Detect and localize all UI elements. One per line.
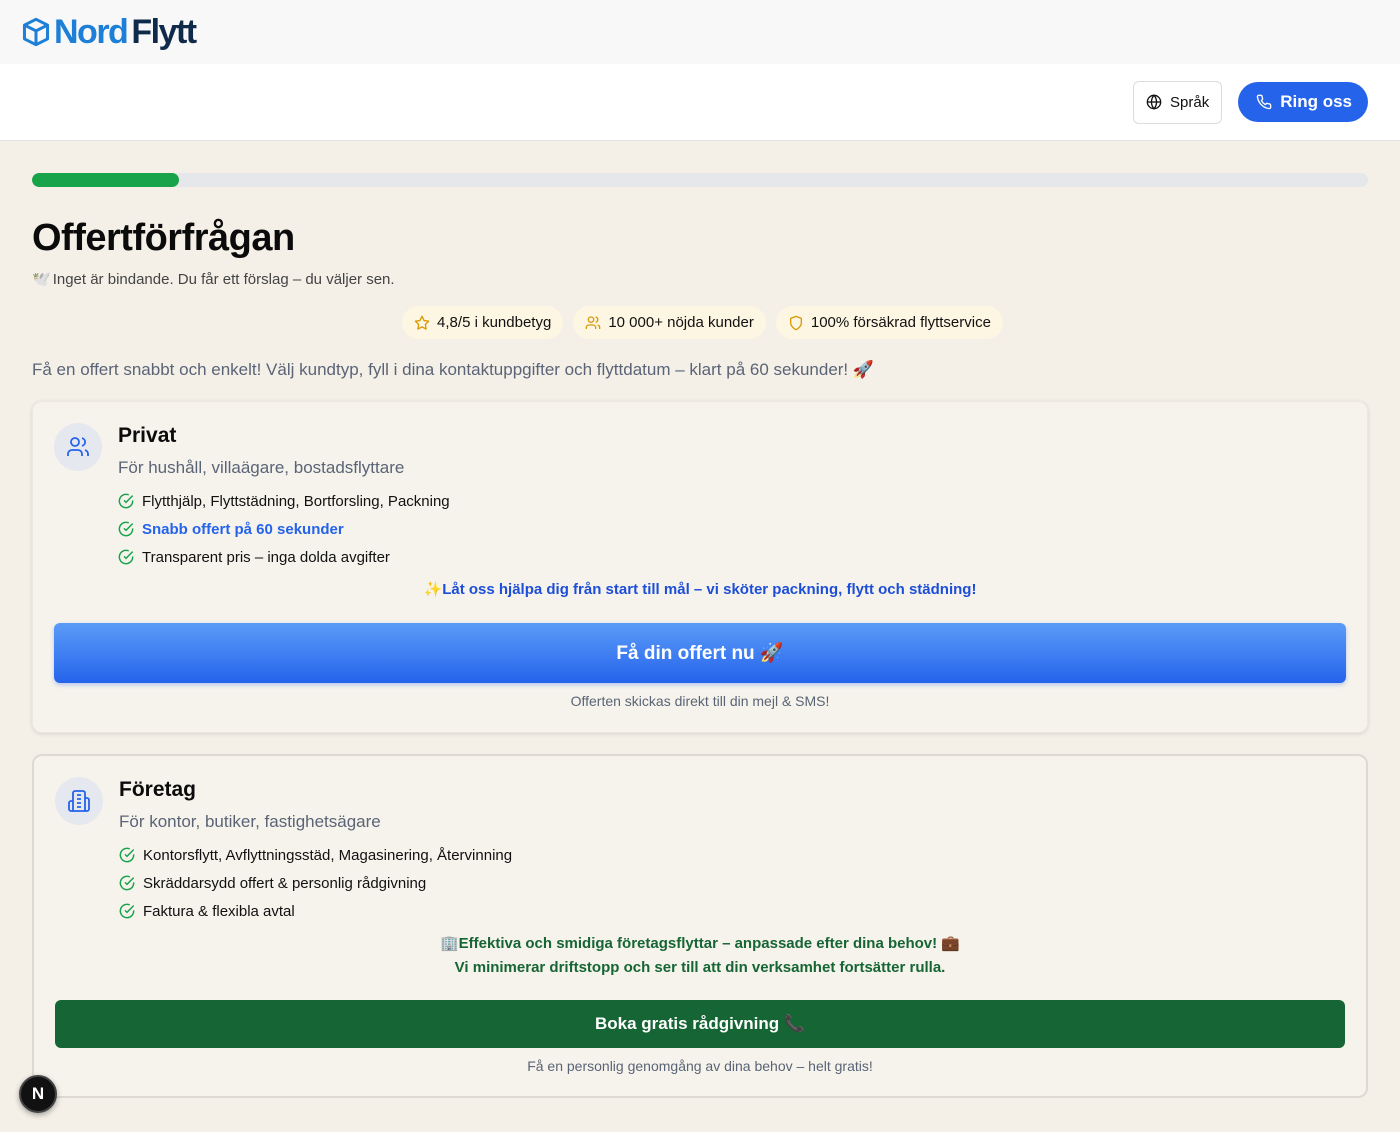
business-promo-line1: 🏢Effektiva och smidiga företagsflyttar –…: [440, 935, 960, 952]
box-logo-icon: [22, 17, 50, 47]
page-subtitle: 🕊️ Inget är bindande. Du får ett förslag…: [32, 270, 1368, 289]
feature-text: Kontorsflytt, Avflyttningsstäd, Magasine…: [143, 846, 513, 864]
logo[interactable]: Nord Flytt: [22, 12, 197, 52]
call-us-button[interactable]: Ring oss: [1238, 82, 1368, 122]
feature-text: Faktura & flexibla avtal: [143, 902, 295, 920]
dev-tools-badge[interactable]: N: [19, 1075, 57, 1113]
progress-fill: [32, 173, 179, 187]
check-circle-icon: [119, 875, 135, 891]
badge-rating-label: 4,8/5 i kundbetyg: [437, 314, 552, 331]
star-icon: [414, 315, 430, 330]
users-icon: [585, 315, 601, 329]
business-icon-circle: [55, 777, 103, 825]
subtitle-text: Inget är bindande. Du får ett förslag – …: [52, 270, 395, 288]
logo-text-nord: Nord: [54, 12, 129, 51]
users-icon: [67, 437, 89, 456]
intro-text: Få en offert snabbt och enkelt! Välj kun…: [32, 360, 875, 379]
call-us-label: Ring oss: [1280, 92, 1352, 111]
list-item: Kontorsflytt, Avflyttningsstäd, Magasine…: [119, 841, 512, 869]
language-label: Språk: [1170, 93, 1210, 111]
badge-insurance: 100% försäkrad flyttservice: [775, 306, 1003, 339]
list-item: Skräddarsydd offert & personlig rådgivni…: [119, 869, 512, 897]
badge-customers: 10 000+ nöjda kunder: [573, 306, 766, 339]
business-feature-list: Kontorsflytt, Avflyttningsstäd, Magasine…: [119, 841, 512, 925]
main-content: Offertförfrågan 🕊️ Inget är bindande. Du…: [0, 141, 1400, 1098]
check-circle-icon: [118, 493, 134, 509]
private-feature-list: Flytthjälp, Flyttstädning, Bortforsling,…: [118, 487, 450, 571]
language-button[interactable]: Språk: [1133, 80, 1223, 124]
feature-text: Flytthjälp, Flyttstädning, Bortforsling,…: [142, 492, 450, 510]
logo-text-flytt: Flytt: [131, 12, 197, 51]
building-icon: [68, 790, 90, 812]
private-promo-text: ✨Låt oss hjälpa dig från start till mål …: [423, 581, 977, 598]
feature-text: Transparent pris – inga dolda avgifter: [142, 548, 390, 566]
private-customer-card[interactable]: Privat För hushåll, villaägare, bostadsf…: [32, 401, 1368, 733]
list-item: Flytthjälp, Flyttstädning, Bortforsling,…: [118, 487, 450, 515]
list-item: Transparent pris – inga dolda avgifter: [118, 543, 450, 571]
check-circle-icon: [118, 549, 134, 565]
business-promo: 🏢Effektiva och smidiga företagsflyttar –…: [34, 932, 1366, 980]
private-title: Privat: [118, 424, 177, 447]
private-subtitle: För hushåll, villaägare, bostadsflyttare: [118, 458, 405, 477]
shield-icon: [789, 315, 802, 330]
globe-icon: [1146, 94, 1162, 110]
business-promo-line2: Vi minimerar driftstopp och ser till att…: [454, 959, 946, 976]
book-consultation-button[interactable]: Boka gratis rådgivning 📞: [55, 1000, 1345, 1048]
feature-text: Snabb offert på 60 sekunder: [142, 520, 344, 538]
business-customer-card[interactable]: Företag För kontor, butiker, fastighetsä…: [32, 754, 1368, 1098]
check-circle-icon: [119, 903, 135, 919]
list-item: Snabb offert på 60 sekunder: [118, 515, 450, 543]
check-circle-icon: [119, 847, 135, 863]
private-note: Offerten skickas direkt till din mejl & …: [570, 693, 830, 709]
phone-icon: [1256, 94, 1272, 110]
feature-text: Skräddarsydd offert & personlig rådgivni…: [143, 874, 427, 892]
business-subtitle: För kontor, butiker, fastighetsägare: [119, 812, 381, 831]
page-title: Offertförfrågan: [32, 217, 295, 259]
badge-customers-label: 10 000+ nöjda kunder: [608, 314, 754, 331]
trust-badges: 4,8/5 i kundbetyg 10 000+ nöjda kunder 1…: [32, 306, 1368, 339]
top-navbar: Språk Ring oss: [0, 64, 1400, 141]
list-item: Faktura & flexibla avtal: [119, 897, 512, 925]
private-icon-circle: [54, 423, 102, 471]
business-title: Företag: [119, 778, 197, 801]
business-card-body: Företag För kontor, butiker, fastighetsä…: [119, 778, 512, 925]
brand-bar: Nord Flytt: [0, 0, 1400, 64]
progress-bar: [32, 173, 1368, 187]
private-card-body: Privat För hushåll, villaägare, bostadsf…: [118, 424, 450, 571]
dove-emoji: 🕊️: [32, 271, 51, 288]
check-circle-icon: [118, 521, 134, 537]
get-quote-button[interactable]: Få din offert nu 🚀: [54, 623, 1346, 683]
badge-rating: 4,8/5 i kundbetyg: [402, 306, 564, 339]
business-note: Få en personlig genomgång av dina behov …: [527, 1058, 873, 1074]
badge-insurance-label: 100% försäkrad flyttservice: [810, 314, 991, 331]
